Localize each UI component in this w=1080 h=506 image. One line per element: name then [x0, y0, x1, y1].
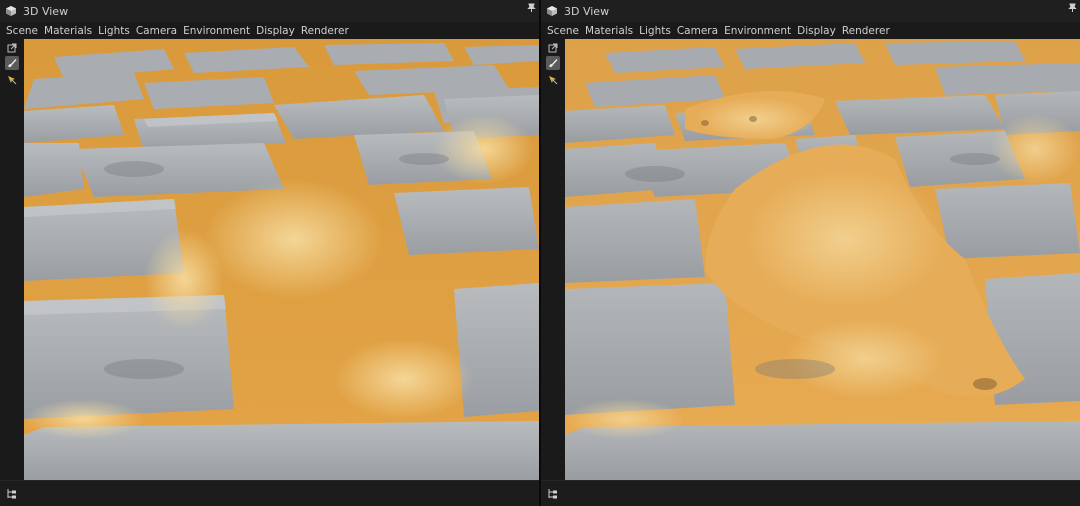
- panel-menubar: Scene Materials Lights Camera Environmen…: [541, 22, 1080, 39]
- menu-materials[interactable]: Materials: [41, 25, 95, 37]
- viewport-render: [24, 39, 539, 480]
- status-bar: [0, 480, 539, 506]
- pin-icon[interactable]: [1068, 3, 1077, 12]
- paint-brush-icon[interactable]: [5, 56, 19, 70]
- menu-renderer[interactable]: Renderer: [839, 25, 893, 37]
- popout-icon[interactable]: [546, 41, 560, 55]
- paint-brush-icon[interactable]: [546, 56, 560, 70]
- viewport-panel-left: 3D View Scene Materials Lights Camera En…: [0, 0, 539, 506]
- menu-scene[interactable]: Scene: [544, 25, 582, 37]
- menu-display[interactable]: Display: [794, 25, 839, 37]
- tool-strip: [0, 39, 24, 480]
- 3d-viewport[interactable]: [24, 39, 539, 480]
- popout-icon[interactable]: [5, 41, 19, 55]
- outliner-icon[interactable]: [6, 488, 18, 500]
- pick-arrow-icon[interactable]: [546, 73, 560, 87]
- status-bar: [541, 480, 1080, 506]
- panel-menubar: Scene Materials Lights Camera Environmen…: [0, 22, 539, 39]
- viewport-panel-right: 3D View Scene Materials Lights Camera En…: [541, 0, 1080, 506]
- pin-icon[interactable]: [527, 3, 536, 12]
- menu-renderer[interactable]: Renderer: [298, 25, 352, 37]
- panel-titlebar[interactable]: 3D View: [541, 0, 1080, 23]
- outliner-icon[interactable]: [547, 488, 559, 500]
- menu-camera[interactable]: Camera: [674, 25, 721, 37]
- menu-environment[interactable]: Environment: [180, 25, 253, 37]
- menu-environment[interactable]: Environment: [721, 25, 794, 37]
- cube-icon: [6, 6, 16, 16]
- panel-titlebar[interactable]: 3D View: [0, 0, 539, 23]
- menu-lights[interactable]: Lights: [636, 25, 674, 37]
- pick-arrow-icon[interactable]: [5, 73, 19, 87]
- menu-scene[interactable]: Scene: [3, 25, 41, 37]
- menu-display[interactable]: Display: [253, 25, 298, 37]
- cube-icon: [547, 6, 557, 16]
- panel-title: 3D View: [564, 4, 610, 18]
- tool-strip: [541, 39, 565, 480]
- menu-lights[interactable]: Lights: [95, 25, 133, 37]
- panel-title: 3D View: [23, 4, 69, 18]
- 3d-viewport[interactable]: [565, 39, 1080, 480]
- menu-materials[interactable]: Materials: [582, 25, 636, 37]
- menu-camera[interactable]: Camera: [133, 25, 180, 37]
- viewport-render: [565, 39, 1080, 480]
